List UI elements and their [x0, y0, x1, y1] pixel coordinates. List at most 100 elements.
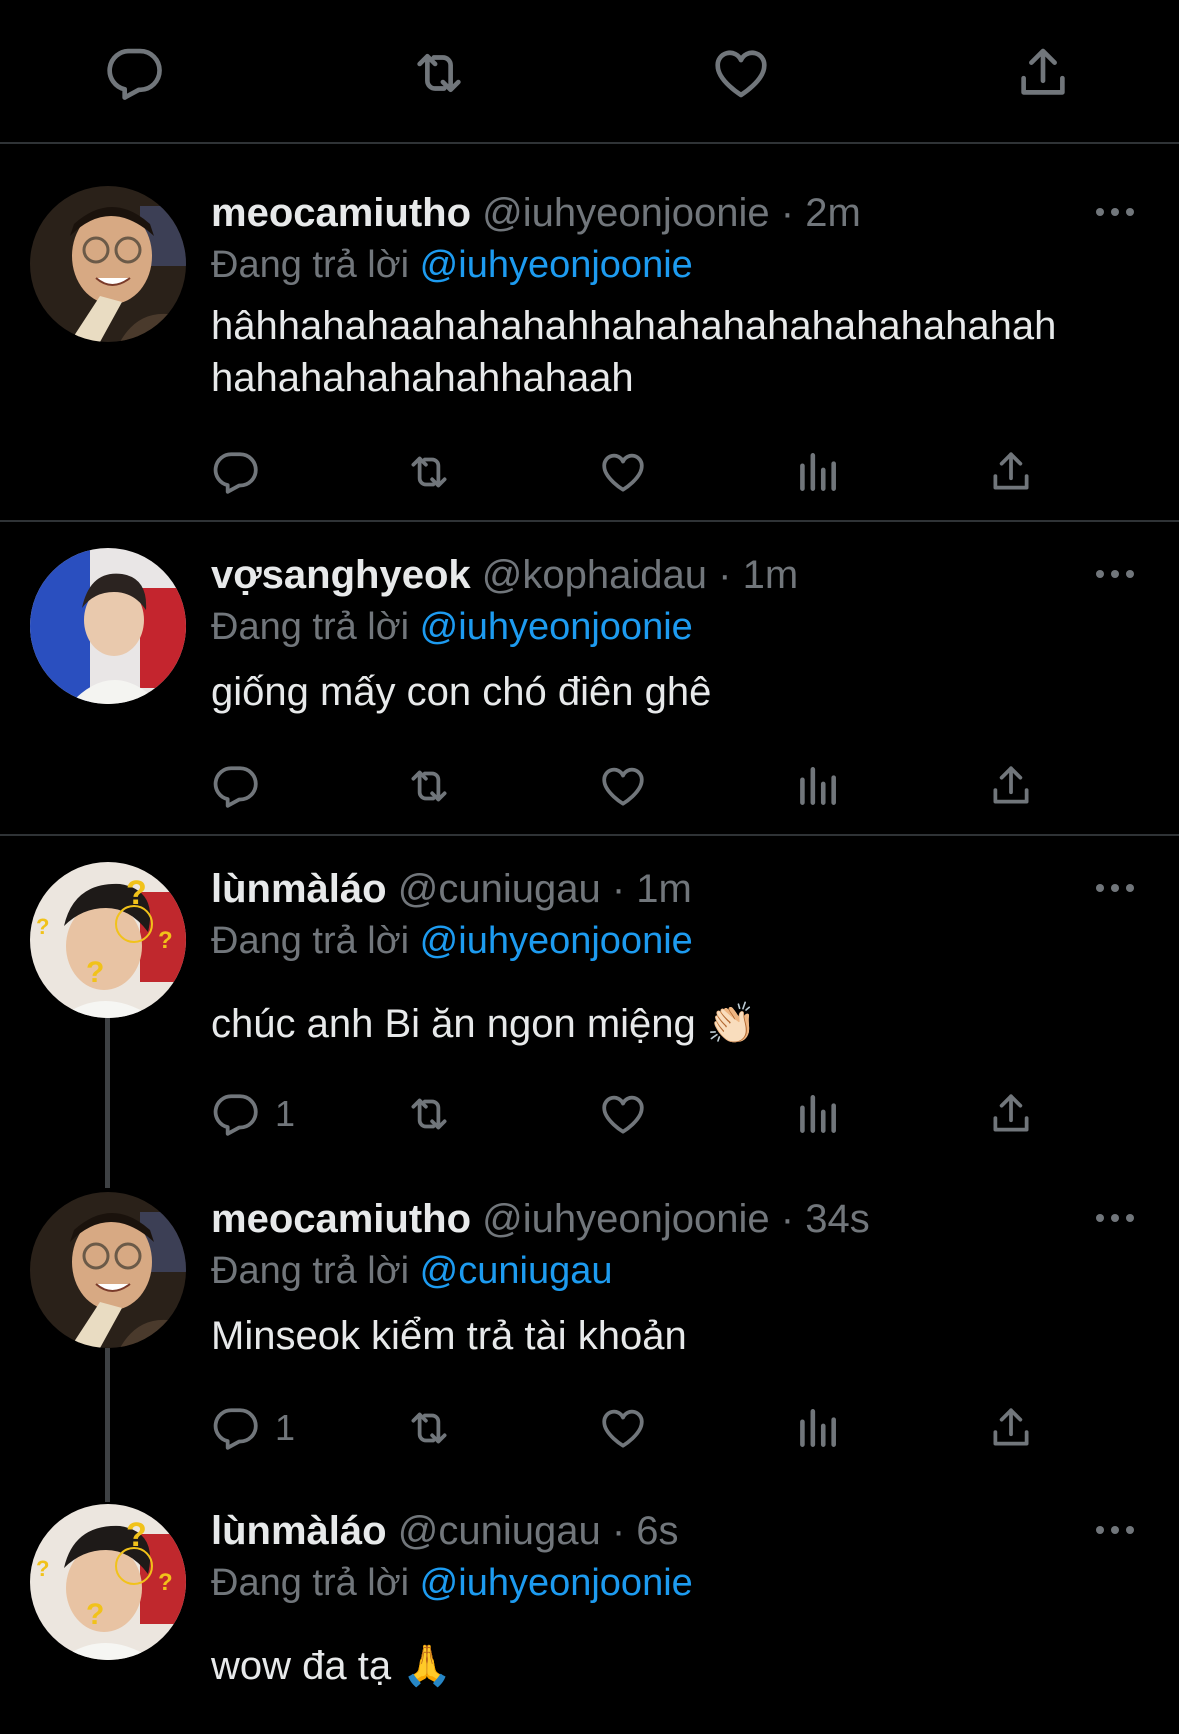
user-handle[interactable]: @cuniugau — [398, 1509, 601, 1553]
reply-button[interactable] — [211, 444, 275, 500]
more-icon[interactable] — [1095, 204, 1135, 220]
separator: · — [718, 553, 732, 597]
retweet-button[interactable] — [404, 1400, 454, 1456]
like-icon — [598, 1403, 648, 1453]
retweet-icon — [404, 447, 454, 497]
more-icon[interactable] — [1095, 880, 1135, 896]
reply-count: 1 — [275, 1093, 296, 1134]
avatar[interactable] — [30, 1192, 186, 1348]
user-handle[interactable]: @kophaidau — [482, 553, 707, 597]
display-name[interactable]: vợsanghyeok — [211, 553, 471, 597]
reply-tweet[interactable]: lùnmàláo @cuniugau · 1m Đang trả lời @iu… — [0, 838, 1179, 1166]
retweet-button[interactable] — [404, 1086, 454, 1142]
tweet-actions: 1 — [0, 1086, 1179, 1142]
retweet-icon[interactable] — [408, 42, 470, 104]
reply-tweet[interactable]: meocamiutho @iuhyeonjoonie · 2m Đang trả… — [0, 146, 1179, 522]
separator: · — [780, 191, 795, 235]
share-icon — [986, 761, 1036, 811]
tweet-text: giống mấy con chó điên ghê — [211, 670, 712, 714]
tweet-text: chúc anh Bi ăn ngon miệng 👏🏻 — [211, 1002, 757, 1046]
timestamp[interactable]: 34s — [805, 1197, 870, 1241]
like-button[interactable] — [598, 1400, 648, 1456]
like-icon — [598, 447, 648, 497]
timestamp[interactable]: 6s — [636, 1509, 678, 1553]
views-button[interactable] — [792, 444, 842, 500]
retweet-icon — [404, 1089, 454, 1139]
display-name[interactable]: meocamiutho — [211, 1197, 471, 1241]
like-button[interactable] — [598, 758, 648, 814]
views-button[interactable] — [792, 758, 842, 814]
stats-icon — [792, 1089, 842, 1139]
replying-to-label: Đang trả lời — [211, 1562, 410, 1604]
avatar[interactable] — [30, 548, 186, 704]
replying-to-label: Đang trả lời — [211, 920, 410, 962]
reply-icon[interactable] — [104, 42, 166, 104]
avatar[interactable] — [30, 862, 186, 1018]
tweet-text: wow đa tạ 🙏 — [211, 1644, 453, 1688]
retweet-button[interactable] — [404, 444, 454, 500]
tweet-header: meocamiutho @iuhyeonjoonie · 34s — [211, 1194, 870, 1244]
avatar[interactable] — [30, 1504, 186, 1660]
share-icon — [986, 1403, 1036, 1453]
reply-tweet[interactable]: lùnmàláo @cuniugau · 6s Đang trả lời @iu… — [0, 1480, 1179, 1734]
more-icon[interactable] — [1095, 1210, 1135, 1226]
reply-icon — [211, 1089, 261, 1139]
reply-button[interactable]: 1 — [211, 1400, 295, 1456]
reply-button[interactable] — [211, 758, 275, 814]
mention-link[interactable]: @iuhyeonjoonie — [420, 244, 693, 286]
share-button[interactable] — [986, 1086, 1036, 1142]
like-button[interactable] — [598, 444, 648, 500]
user-handle[interactable]: @iuhyeonjoonie — [482, 1197, 769, 1241]
replying-to: Đang trả lời @iuhyeonjoonie — [211, 1558, 693, 1608]
separator: · — [780, 1197, 795, 1241]
reply-button[interactable]: 1 — [211, 1086, 295, 1142]
like-icon[interactable] — [710, 42, 772, 104]
tweet-header: lùnmàláo @cuniugau · 6s — [211, 1506, 679, 1556]
display-name[interactable]: lùnmàláo — [211, 1509, 387, 1553]
replying-to: Đang trả lời @cuniugau — [211, 1246, 613, 1296]
views-button[interactable] — [792, 1400, 842, 1456]
replying-to-label: Đang trả lời — [211, 244, 410, 286]
display-name[interactable]: lùnmàláo — [211, 867, 387, 911]
replying-to: Đang trả lời @iuhyeonjoonie — [211, 916, 693, 966]
tweet-actions — [0, 444, 1179, 500]
timestamp[interactable]: 1m — [743, 553, 799, 597]
separator: · — [611, 1509, 626, 1553]
share-icon — [986, 1089, 1036, 1139]
share-button[interactable] — [986, 758, 1036, 814]
stats-icon — [792, 1403, 842, 1453]
timestamp[interactable]: 2m — [805, 191, 861, 235]
reply-count: 1 — [275, 1407, 296, 1448]
mention-link[interactable]: @iuhyeonjoonie — [420, 920, 693, 962]
tweet-text: Minseok kiểm trả tài khoản — [211, 1314, 687, 1358]
retweet-icon — [404, 1403, 454, 1453]
share-button[interactable] — [986, 1400, 1036, 1456]
mention-link[interactable]: @iuhyeonjoonie — [420, 1562, 693, 1604]
tweet-actions — [0, 758, 1179, 814]
like-button[interactable] — [598, 1086, 648, 1142]
stats-icon — [792, 447, 842, 497]
timestamp[interactable]: 1m — [636, 867, 692, 911]
reply-icon — [211, 761, 261, 811]
retweet-button[interactable] — [404, 758, 454, 814]
avatar[interactable] — [30, 186, 186, 342]
stats-icon — [792, 761, 842, 811]
user-handle[interactable]: @iuhyeonjoonie — [482, 191, 769, 235]
tweet-text: hâhhahahaahahahahhahahahahahahahahahah h… — [211, 304, 1057, 400]
views-button[interactable] — [792, 1086, 842, 1142]
display-name[interactable]: meocamiutho — [211, 191, 471, 235]
replying-to: Đang trả lời @iuhyeonjoonie — [211, 240, 693, 290]
share-icon[interactable] — [1012, 42, 1074, 104]
like-icon — [598, 1089, 648, 1139]
reply-icon — [211, 447, 261, 497]
user-handle[interactable]: @cuniugau — [398, 867, 601, 911]
reply-tweet[interactable]: meocamiutho @iuhyeonjoonie · 34s Đang tr… — [0, 1168, 1179, 1480]
more-icon[interactable] — [1095, 566, 1135, 582]
retweet-icon — [404, 761, 454, 811]
more-icon[interactable] — [1095, 1522, 1135, 1538]
mention-link[interactable]: @iuhyeonjoonie — [420, 606, 693, 648]
tweet-header: meocamiutho @iuhyeonjoonie · 2m — [211, 188, 861, 238]
share-button[interactable] — [986, 444, 1036, 500]
reply-tweet[interactable]: vợsanghyeok @kophaidau · 1m Đang trả lời… — [0, 524, 1179, 836]
mention-link[interactable]: @cuniugau — [420, 1250, 613, 1292]
